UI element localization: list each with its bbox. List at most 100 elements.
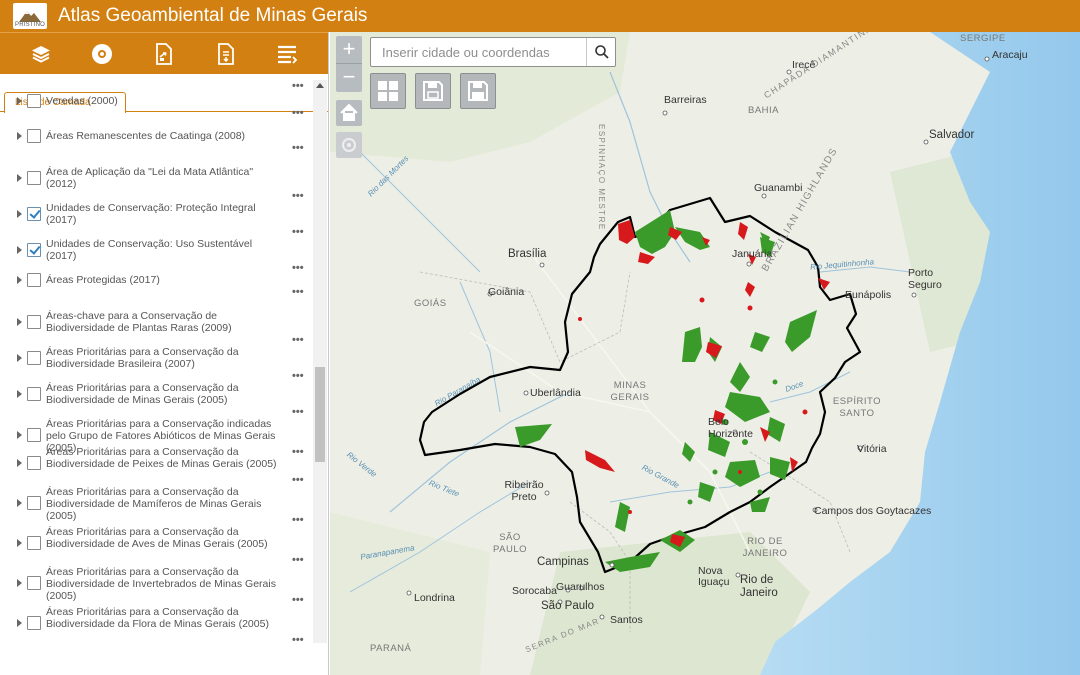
layer-checkbox[interactable] [27, 171, 41, 185]
layer-options-menu-icon[interactable]: ••• [292, 143, 304, 154]
layer-list: Veredas (2000) ••• Áreas Remanescentes de … [0, 80, 312, 643]
layer-options-menu-icon[interactable]: ••• [292, 191, 304, 202]
search-icon [594, 45, 609, 59]
layer-label: Áreas Prioritárias para a Conservação da… [46, 446, 277, 470]
locate-button[interactable] [336, 132, 362, 158]
map-label-uberlandia: Uberlândia [530, 387, 581, 399]
app-logo: PRISTINO [13, 3, 47, 29]
layer-checkbox[interactable] [27, 616, 41, 630]
basemap-gallery-button[interactable] [370, 73, 406, 109]
layer-options-menu-icon[interactable]: ••• [292, 335, 304, 346]
save-map-button[interactable] [415, 73, 451, 109]
app-title: Atlas Geoambiental de Minas Gerais [58, 5, 368, 26]
search-input[interactable] [371, 38, 585, 66]
map-view[interactable]: SERGIPE Aracaju Irecê CHAPADA DIAMANTINA… [330, 32, 1080, 675]
layer-label: Veredas (2000) [46, 95, 118, 107]
expand-arrow-icon[interactable] [17, 619, 22, 627]
layer-checkbox[interactable] [27, 428, 41, 442]
map-label-goiania: Goiânia [488, 286, 525, 298]
map-label-espirito-santo: ESPÍRITO SANTO [832, 396, 882, 419]
expand-arrow-icon[interactable] [17, 431, 22, 439]
layer-options-menu-icon[interactable]: ••• [292, 555, 304, 566]
layer-checkbox[interactable] [27, 576, 41, 590]
layer-list-scrollbar[interactable] [313, 80, 327, 643]
expand-arrow-icon[interactable] [17, 246, 22, 254]
layer-label: Áreas Protegidas (2017) [46, 274, 160, 286]
expand-arrow-icon[interactable] [17, 354, 22, 362]
layer-options-menu-icon[interactable]: ••• [292, 407, 304, 418]
layer-options-menu-icon[interactable]: ••• [292, 447, 304, 458]
layer-options-menu-icon[interactable]: ••• [292, 595, 304, 606]
layer-options-menu-icon[interactable]: ••• [292, 371, 304, 382]
panel-toolbar [0, 32, 328, 74]
layer-options-menu-icon[interactable]: ••• [292, 287, 304, 298]
layer-checkbox[interactable] [27, 315, 41, 329]
map-label-minas-gerais: MINAS GERAIS [610, 380, 650, 403]
layer-checkbox[interactable] [27, 129, 41, 143]
layer-options-menu-icon[interactable]: ••• [292, 227, 304, 238]
layer-label: Áreas Prioritárias para a Conservação da… [46, 346, 239, 370]
layer-options-menu-icon[interactable]: ••• [292, 635, 304, 644]
scrollbar-thumb[interactable] [315, 367, 325, 462]
expand-arrow-icon[interactable] [17, 499, 22, 507]
layer-checkbox[interactable] [27, 496, 41, 510]
zoom-control: + − [336, 36, 362, 92]
layer-checkbox[interactable] [27, 94, 41, 108]
list-icon[interactable] [274, 41, 300, 67]
map-label-campinas: Campinas [537, 556, 589, 568]
layer-options-menu-icon[interactable]: ••• [292, 81, 304, 92]
layer-label: Áreas Prioritárias para a Conservação da… [46, 526, 268, 550]
zoom-out-button[interactable]: − [336, 64, 362, 92]
expand-arrow-icon[interactable] [17, 390, 22, 398]
layer-label: Áreas Prioritárias para a Conservação da… [46, 566, 276, 602]
expand-arrow-icon[interactable] [17, 276, 22, 284]
expand-arrow-icon[interactable] [17, 318, 22, 326]
layer-label: Área de Aplicação da "Lei da Mata Atlânt… [46, 166, 254, 190]
map-label-bahia: BAHIA [748, 105, 780, 116]
layer-checkbox[interactable] [27, 243, 41, 257]
layer-options-menu-icon[interactable]: ••• [292, 108, 304, 119]
expand-arrow-icon[interactable] [17, 210, 22, 218]
legend-icon[interactable] [89, 41, 115, 67]
map-label-porto-seguro: Porto Seguro [908, 267, 942, 291]
zoom-in-button[interactable]: + [336, 36, 362, 64]
print-icon[interactable] [213, 41, 239, 67]
layer-checkbox[interactable] [27, 456, 41, 470]
layer-checkbox[interactable] [27, 273, 41, 287]
scroll-up-arrow-icon[interactable] [316, 83, 324, 88]
save-icon [423, 81, 443, 101]
map-label-sao-paulo: São Paulo [541, 600, 595, 612]
layer-options-menu-icon[interactable]: ••• [292, 475, 304, 486]
layer-label: Áreas Remanescentes de Caatinga (2008) [46, 130, 246, 142]
map-label-campos: Campos dos Goytacazes [814, 505, 932, 517]
layer-label: Áreas Prioritárias para a Conservação da… [46, 606, 269, 630]
layer-label: Áreas-chave para a Conservação de Biodiv… [46, 310, 232, 334]
map-label-aracaju: Aracaju [992, 49, 1028, 61]
layers-icon[interactable] [28, 41, 54, 67]
map-label-brasilia: Brasília [508, 248, 547, 260]
map-label-guanambi: Guanambi [754, 182, 803, 194]
layer-options-menu-icon[interactable]: ••• [292, 515, 304, 526]
share-icon[interactable] [151, 41, 177, 67]
map-label-ribeirao-preto: Ribeirão Preto [504, 479, 544, 503]
map-label-salvador: Salvador [929, 129, 975, 141]
expand-arrow-icon[interactable] [17, 97, 22, 105]
save-layers-button[interactable] [460, 73, 496, 109]
layer-checkbox[interactable] [27, 536, 41, 550]
layer-checkbox[interactable] [27, 387, 41, 401]
map-label-santos: Santos [610, 614, 643, 626]
layer-checkbox[interactable] [27, 207, 41, 221]
map-label-sorocaba: Sorocaba [512, 585, 557, 597]
map-label-belo-horizonte: Belo Horizonte [708, 416, 753, 440]
layer-options-menu-icon[interactable]: ••• [292, 263, 304, 274]
expand-arrow-icon[interactable] [17, 459, 22, 467]
expand-arrow-icon[interactable] [17, 579, 22, 587]
search-button[interactable] [586, 38, 616, 66]
map-label-nova-iguacu: Nova Iguaçu [698, 565, 730, 588]
layer-checkbox[interactable] [27, 351, 41, 365]
layer-label: Unidades de Conservação: Uso Sustentável… [46, 238, 253, 262]
expand-arrow-icon[interactable] [17, 132, 22, 140]
expand-arrow-icon[interactable] [17, 539, 22, 547]
home-button[interactable] [336, 100, 362, 126]
expand-arrow-icon[interactable] [17, 174, 22, 182]
